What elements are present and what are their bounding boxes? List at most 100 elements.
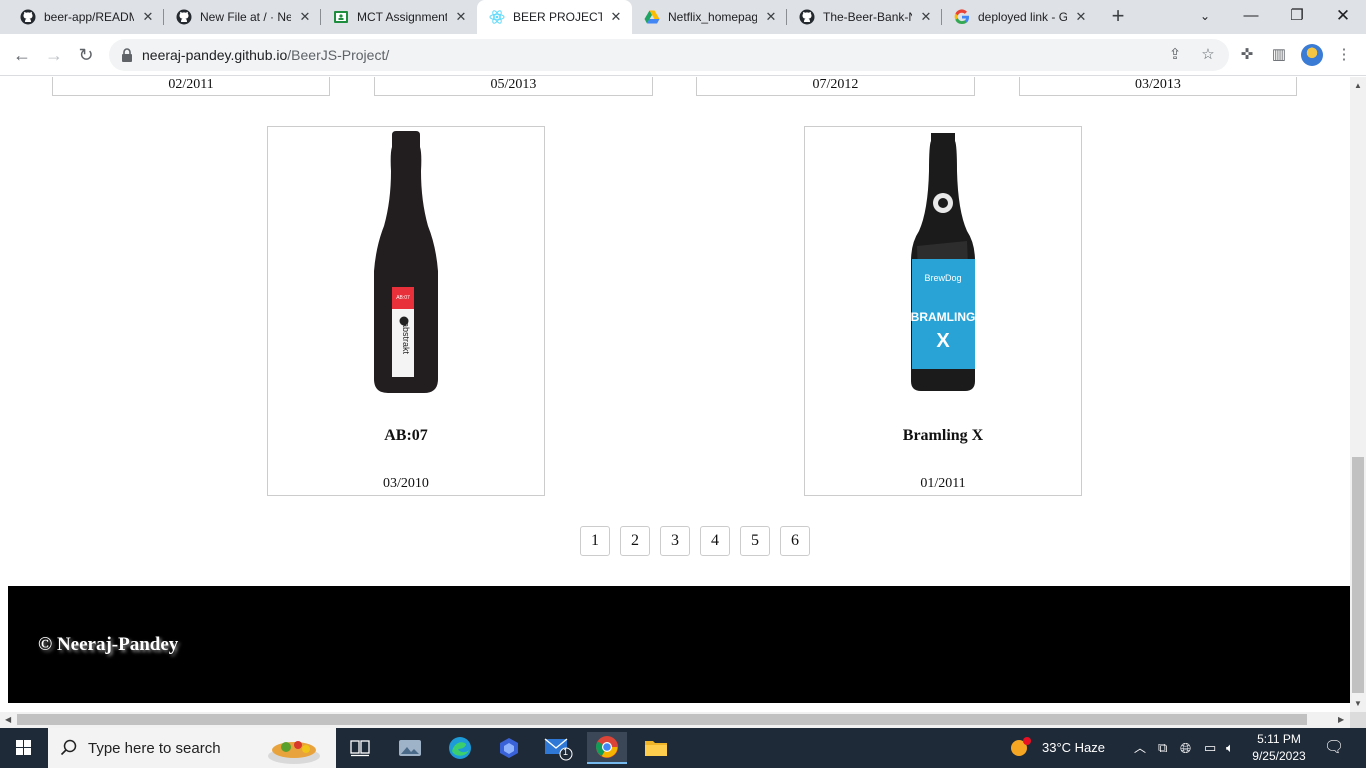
back-arrow-icon[interactable]: ← <box>8 41 36 69</box>
volume-icon[interactable]: 🔈︎ <box>1226 728 1234 768</box>
edge-browser-icon[interactable] <box>440 732 480 764</box>
page-button-5[interactable]: 5 <box>740 526 770 556</box>
tab-title: New File at / · Ne <box>200 10 291 24</box>
drive-icon <box>644 9 660 25</box>
page-button-2[interactable]: 2 <box>620 526 650 556</box>
url-host: neeraj-pandey.github.io <box>142 47 288 63</box>
copilot-app-icon[interactable] <box>489 732 529 764</box>
svg-text:BrewDog: BrewDog <box>924 273 961 283</box>
new-tab-button[interactable]: + <box>1104 3 1132 31</box>
share-icon[interactable]: ⇪ <box>1165 45 1185 65</box>
close-icon[interactable]: ✕ <box>453 9 469 25</box>
beer-date: 03/2010 <box>383 476 429 491</box>
extensions-puzzle-icon[interactable]: ✜ <box>1237 45 1257 65</box>
scrollbar-corner <box>1350 712 1366 728</box>
tab-title: Netflix_homepage <box>668 10 757 24</box>
meet-now-icon[interactable]: ⧉ <box>1158 728 1167 768</box>
google-icon <box>954 9 970 25</box>
beer-card[interactable]: 05/2013 <box>374 77 653 96</box>
address-bar[interactable]: neeraj-pandey.github.io/BeerJS-Project/ … <box>109 39 1229 71</box>
task-view-icon[interactable] <box>340 732 380 764</box>
reload-icon[interactable]: ↻ <box>72 41 100 69</box>
notifications-icon[interactable]: 🗨︎ <box>1324 728 1344 768</box>
beer-card[interactable]: 03/2013 <box>1019 77 1297 96</box>
tab-beer-bank[interactable]: The-Beer-Bank-N ✕ <box>787 0 942 34</box>
beer-date: 07/2012 <box>812 77 859 92</box>
svg-text:abstrakt: abstrakt <box>401 322 411 355</box>
github-icon <box>20 9 36 25</box>
restore-button[interactable]: ❐ <box>1274 0 1320 34</box>
tab-title: beer-app/README <box>44 10 134 24</box>
page-button-3[interactable]: 3 <box>660 526 690 556</box>
side-panel-icon[interactable]: ▥ <box>1269 45 1289 65</box>
scroll-right-arrow-icon[interactable]: ▶ <box>1338 715 1344 724</box>
beer-name: Bramling X <box>902 427 984 444</box>
svg-text:X: X <box>936 330 950 352</box>
tray-overflow-chevron-icon[interactable]: ︿ <box>1134 728 1146 768</box>
page-footer: © Neeraj-Pandey <box>8 586 1350 703</box>
close-icon[interactable]: ✕ <box>918 9 934 25</box>
network-globe-icon[interactable]: 🌐︎ <box>1180 728 1191 768</box>
weather-sun-icon <box>1011 737 1031 756</box>
close-icon[interactable]: ✕ <box>297 9 313 25</box>
tab-beer-project[interactable]: BEER PROJECT ✕ <box>477 0 632 34</box>
page-button-1[interactable]: 1 <box>580 526 610 556</box>
vertical-scrollbar[interactable]: ▲ ▼ <box>1350 77 1366 712</box>
minimize-button[interactable]: — <box>1228 0 1274 34</box>
footer-copyright: © Neeraj-Pandey <box>38 634 179 655</box>
menu-kebab-icon[interactable]: ⋮ <box>1334 45 1354 65</box>
photos-app-icon[interactable] <box>390 732 430 764</box>
beer-card[interactable]: BrewDog BRAMLING X Bramling X 01/2011 <box>804 126 1082 496</box>
taskbar-clock[interactable]: 5:11 PM 9/25/2023 <box>1248 731 1310 765</box>
bookmark-star-icon[interactable]: ☆ <box>1198 45 1218 65</box>
tab-beer-app-readme[interactable]: beer-app/README ✕ <box>8 0 164 34</box>
clock-date: 9/25/2023 <box>1252 749 1306 763</box>
search-placeholder: Type here to search <box>88 740 221 757</box>
lock-icon <box>122 48 132 62</box>
beer-date: 02/2011 <box>168 77 214 92</box>
mail-app-icon[interactable]: 1 <box>538 732 578 764</box>
beer-card[interactable]: 02/2011 <box>52 77 330 96</box>
file-explorer-icon[interactable] <box>636 732 676 764</box>
beer-card[interactable]: AB:07 abstrakt AB:07 03/2010 <box>267 126 545 496</box>
scroll-up-arrow-icon[interactable]: ▲ <box>1354 81 1362 90</box>
browser-toolbar: ← → ↻ neeraj-pandey.github.io/BeerJS-Pro… <box>0 34 1366 76</box>
page-button-4[interactable]: 4 <box>700 526 730 556</box>
chrome-app-icon[interactable] <box>587 732 627 764</box>
tab-new-file[interactable]: New File at / · Ne ✕ <box>164 0 321 34</box>
classroom-icon <box>333 9 349 25</box>
profile-avatar[interactable] <box>1301 44 1323 66</box>
beer-card[interactable]: 07/2012 <box>696 77 975 96</box>
tab-strip: beer-app/README ✕ New File at / · Ne ✕ M… <box>0 0 1366 34</box>
github-icon <box>799 9 815 25</box>
battery-icon[interactable]: ▭ <box>1204 728 1216 768</box>
tab-deployed-link[interactable]: deployed link - G ✕ <box>942 0 1097 34</box>
weather-text: 33°C Haze <box>1042 740 1106 755</box>
close-icon[interactable]: ✕ <box>763 9 779 25</box>
close-icon[interactable]: ✕ <box>608 9 624 25</box>
window-close-button[interactable]: ✕ <box>1320 0 1366 34</box>
tab-title: The-Beer-Bank-N <box>823 10 912 24</box>
scroll-left-arrow-icon[interactable]: ◀ <box>5 715 11 724</box>
windows-logo-icon <box>16 740 31 755</box>
vertical-scroll-thumb[interactable] <box>1352 457 1364 693</box>
tab-mct-assignment[interactable]: MCT Assignment ✕ <box>321 0 477 34</box>
beer-bottle-image: BrewDog BRAMLING X <box>911 133 975 391</box>
page-button-6[interactable]: 6 <box>780 526 810 556</box>
tab-title: deployed link - G <box>978 10 1067 24</box>
forward-arrow-icon[interactable]: → <box>40 41 68 69</box>
taskbar-search-box[interactable]: Type here to search <box>48 728 336 768</box>
horizontal-scroll-thumb[interactable] <box>17 714 1307 725</box>
close-icon[interactable]: ✕ <box>1073 9 1089 25</box>
tab-search-chevron-icon[interactable]: ⌄ <box>1182 0 1228 34</box>
clock-time: 5:11 PM <box>1257 732 1301 746</box>
scroll-down-arrow-icon[interactable]: ▼ <box>1354 699 1362 708</box>
close-icon[interactable]: ✕ <box>140 9 156 25</box>
tab-title: MCT Assignment <box>357 10 447 24</box>
url-path: /BeerJS-Project/ <box>287 47 390 63</box>
horizontal-scrollbar[interactable]: ◀ ▶ <box>0 712 1350 728</box>
start-button[interactable] <box>0 728 48 768</box>
beer-date: 03/2013 <box>1135 77 1181 92</box>
tab-netflix-homepage[interactable]: Netflix_homepage ✕ <box>632 0 787 34</box>
beer-bottle-image: AB:07 abstrakt <box>374 131 438 393</box>
